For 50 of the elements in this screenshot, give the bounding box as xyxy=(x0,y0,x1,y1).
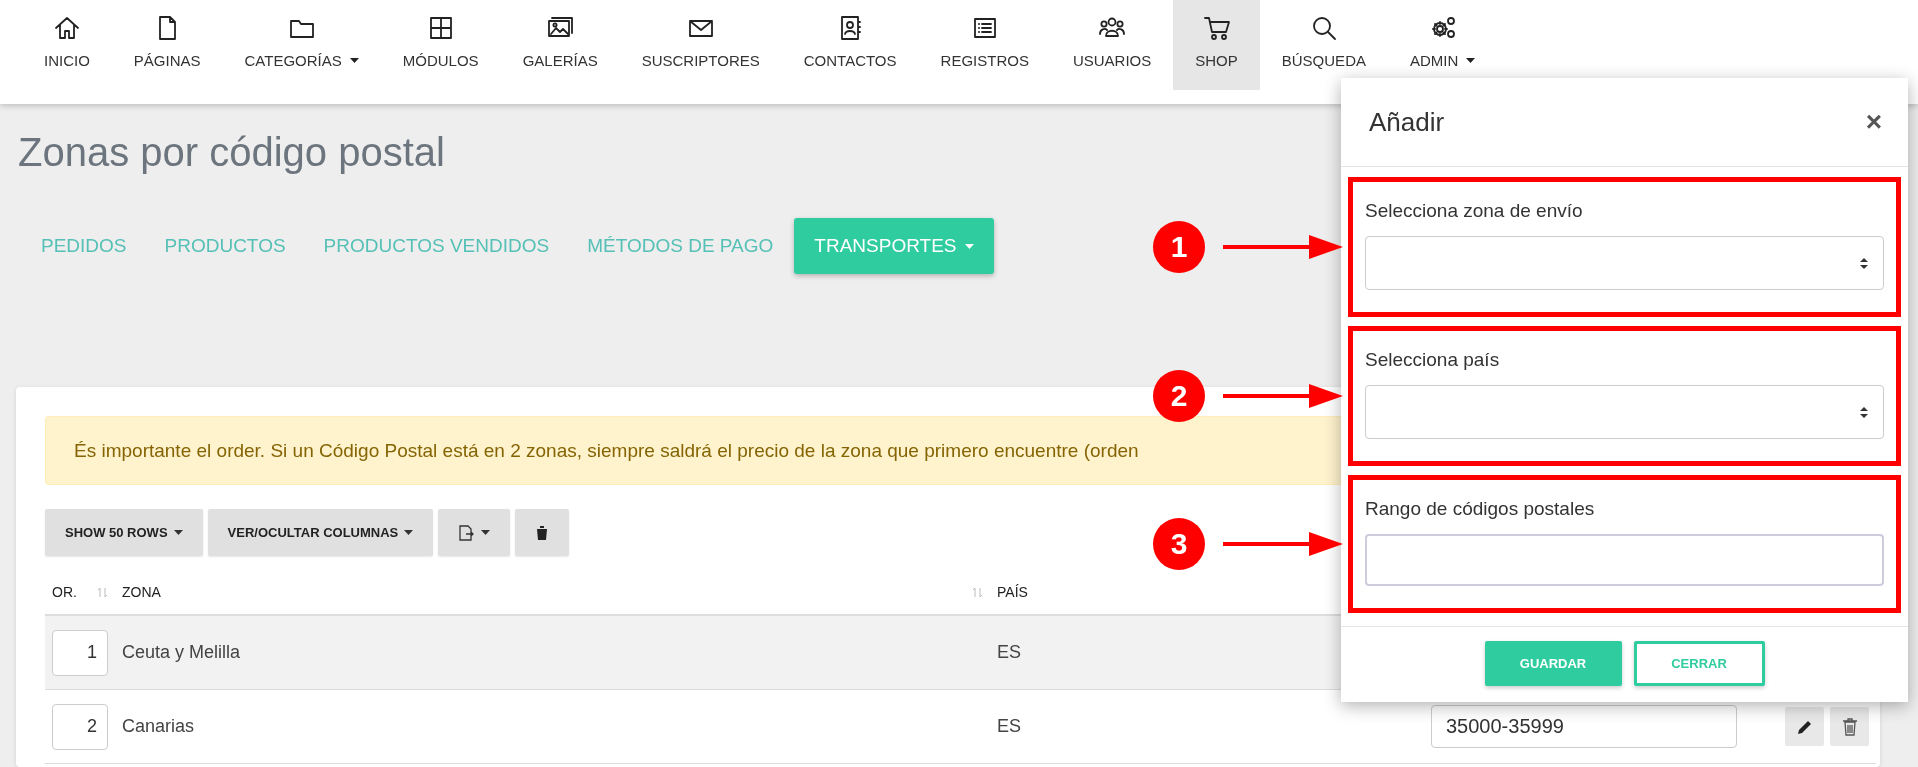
home-icon xyxy=(52,14,81,42)
order-field[interactable]: 1 xyxy=(52,629,108,676)
field-label: Selecciona país xyxy=(1365,349,1501,371)
caret-icon xyxy=(173,530,183,535)
close-button[interactable]: × xyxy=(1861,108,1886,136)
input-field[interactable] xyxy=(1365,534,1884,586)
nav-item[interactable]: USUARIOS xyxy=(1050,0,1174,90)
table-cell: ES xyxy=(997,716,1021,737)
nav-item[interactable]: ADMIN xyxy=(1387,0,1498,90)
caret-icon xyxy=(964,243,974,249)
toolbar-button[interactable]: VER/OCULTAR COLUMNAS xyxy=(207,509,434,556)
nav-item[interactable]: PÁGINAS xyxy=(111,0,223,90)
modal-title: Añadir xyxy=(1369,106,1445,138)
toolbar-button[interactable]: SHOW 50 ROWS xyxy=(45,509,203,556)
select-field[interactable] xyxy=(1365,236,1884,290)
order-field[interactable]: 2 xyxy=(52,703,108,750)
export-button[interactable] xyxy=(438,509,511,556)
caret-icon xyxy=(404,530,414,535)
nav-item[interactable]: REGISTROS xyxy=(918,0,1051,90)
select-caret-icon xyxy=(1859,405,1869,419)
caret-icon xyxy=(349,58,359,63)
nav-item[interactable]: SHOP xyxy=(1173,0,1260,90)
export-icon xyxy=(458,524,476,541)
trash-icon xyxy=(1841,717,1858,736)
number-badge: 1 xyxy=(1153,221,1205,273)
nav-item[interactable]: GALERÍAS xyxy=(500,0,620,90)
nav-item[interactable]: CONTACTOS xyxy=(781,0,919,90)
edit-button[interactable] xyxy=(1785,707,1824,746)
nav-item[interactable]: BÚSQUEDA xyxy=(1259,0,1388,90)
trash-icon xyxy=(535,524,550,541)
nav-item[interactable]: CATEGORÍAS xyxy=(222,0,381,90)
cart-icon xyxy=(1202,14,1231,42)
sort-icon xyxy=(972,586,983,598)
caret-icon xyxy=(1466,58,1476,63)
delete-button[interactable] xyxy=(515,509,570,556)
field-label: Rango de códigos postales xyxy=(1365,498,1596,520)
table-cell: ES xyxy=(997,642,1021,663)
nav-item[interactable]: INICIO xyxy=(22,0,112,90)
select-field[interactable] xyxy=(1365,385,1884,439)
field-label: Selecciona zona de envío xyxy=(1365,200,1584,222)
nav-item[interactable]: MÓDULOS xyxy=(380,0,501,90)
select-caret-icon xyxy=(1859,256,1869,270)
sort-icon xyxy=(97,586,108,598)
page-title: Zonas por código postal xyxy=(18,130,446,176)
caret-icon xyxy=(481,530,491,535)
number-badge: 2 xyxy=(1153,370,1205,422)
table-cell: Ceuta y Melilla xyxy=(122,642,241,663)
range-field[interactable]: 35000-35999 xyxy=(1431,705,1737,748)
table-cell: Canarias xyxy=(122,716,195,737)
nav-item[interactable]: SUSCRIPTORES xyxy=(619,0,782,90)
